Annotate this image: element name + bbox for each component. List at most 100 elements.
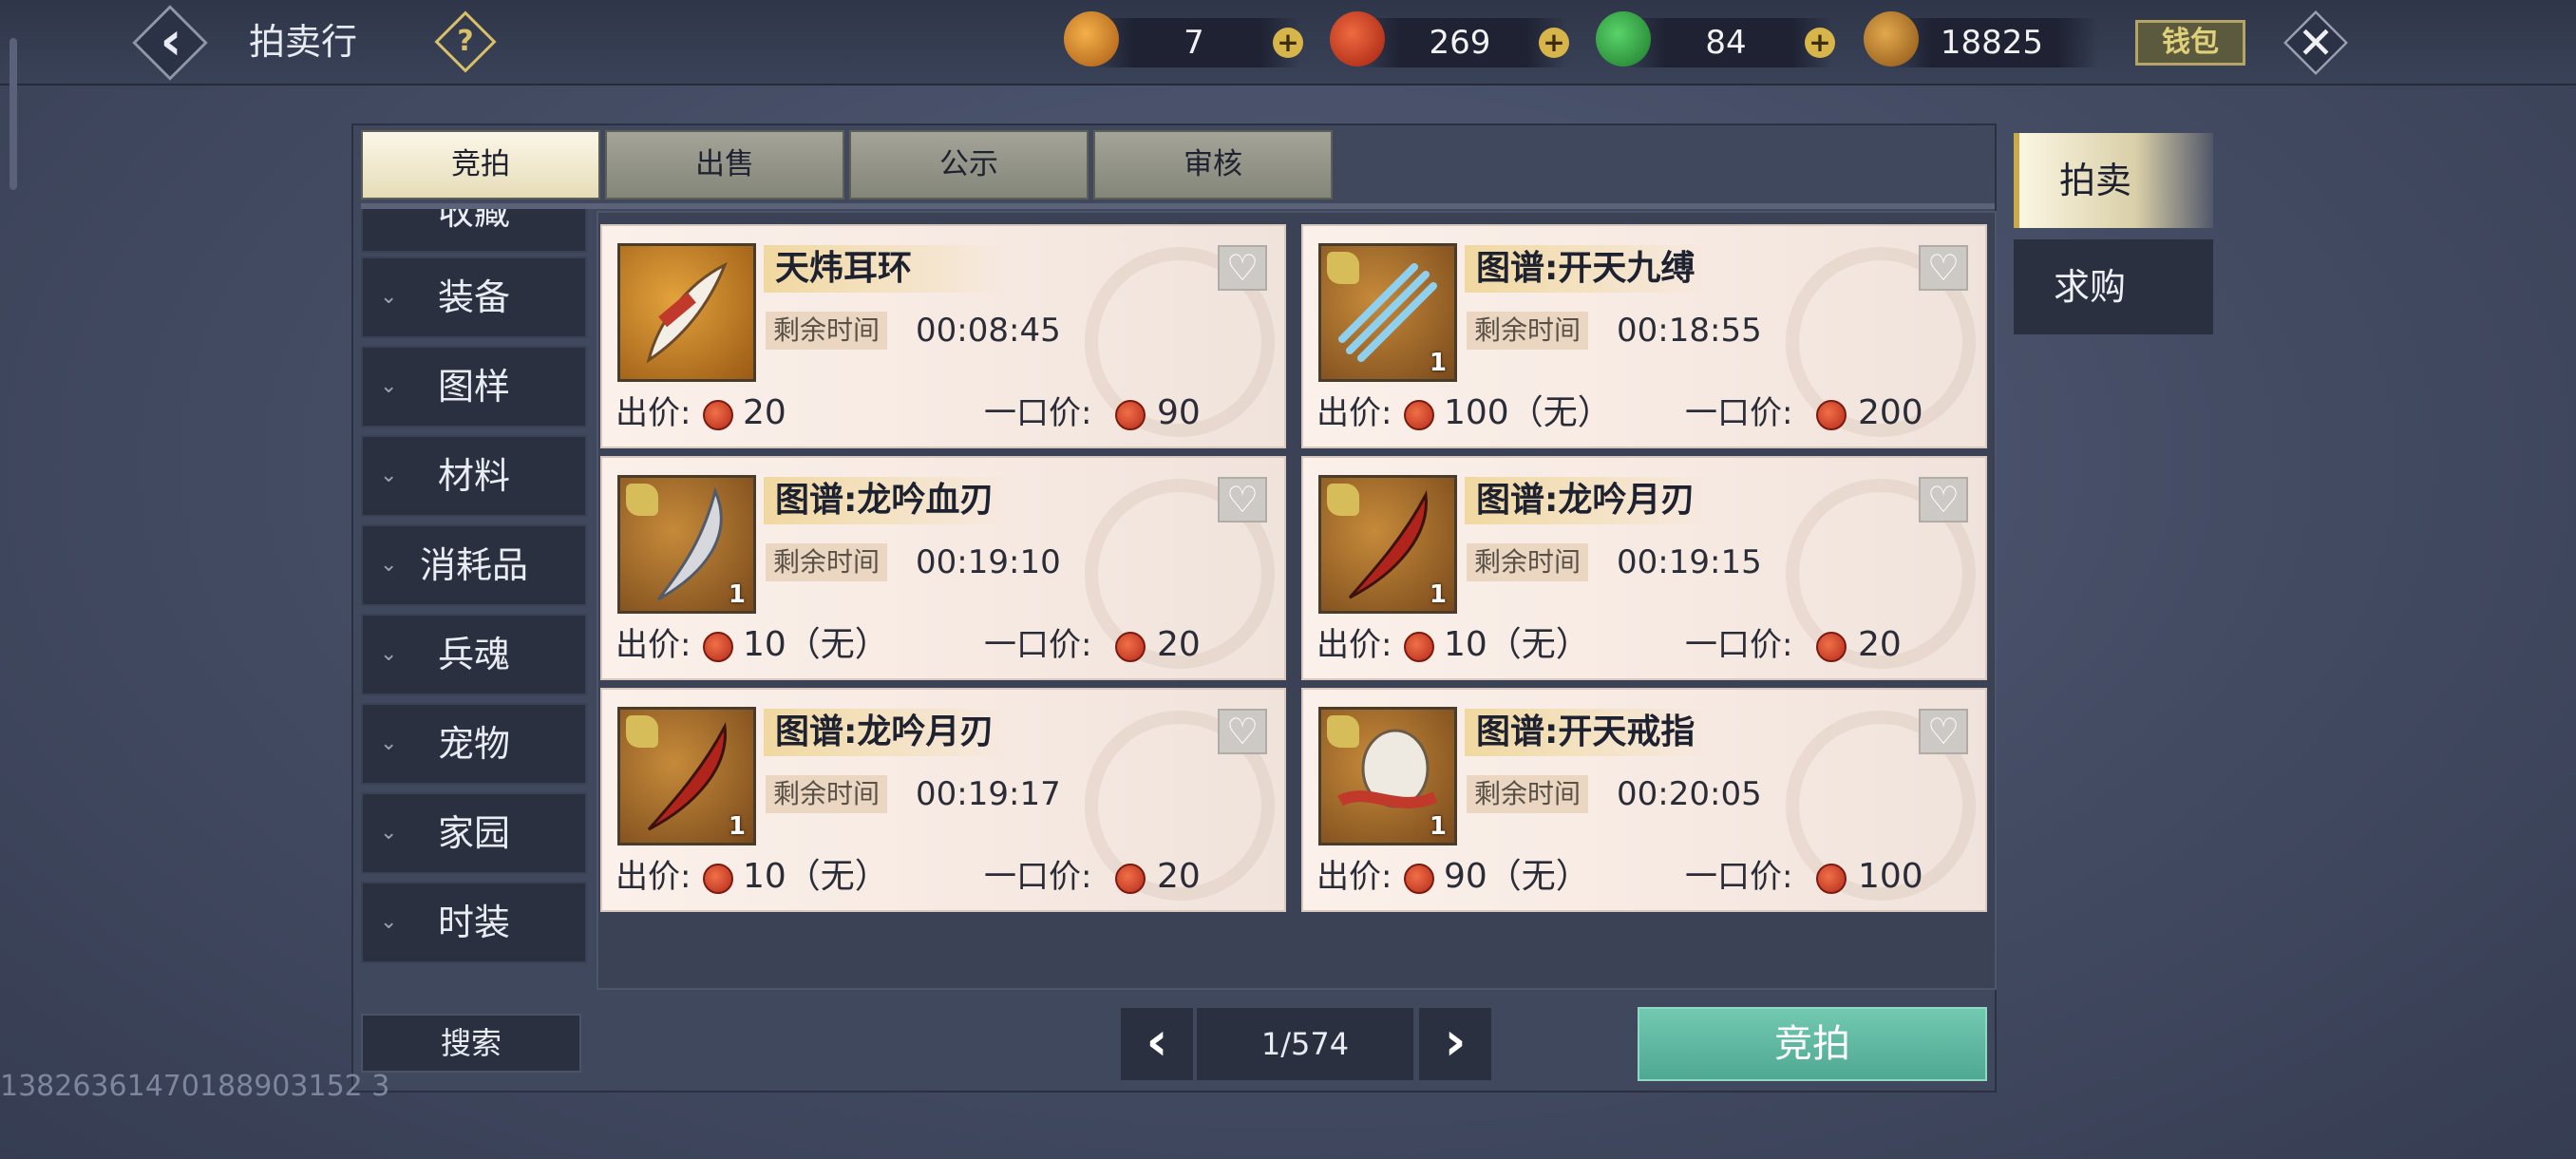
red-coin-icon — [1404, 632, 1434, 662]
blueprint-badge-icon — [1327, 484, 1359, 516]
item-thumbnail[interactable]: 1 — [1318, 707, 1457, 846]
bid-label: 出价: — [1316, 626, 1392, 664]
item-name: 图谱:龙吟月刃 — [1465, 477, 1712, 524]
category-materials[interactable]: ⌄ 材料 — [361, 435, 587, 517]
wallet-button[interactable]: 钱包 — [2135, 20, 2245, 66]
red-coin-icon — [1330, 11, 1385, 66]
tab-divider — [361, 203, 1995, 209]
remain-time-label: 剩余时间 — [1467, 312, 1589, 350]
add-currency-3-icon[interactable]: + — [1805, 28, 1835, 58]
category-equipment[interactable]: ⌄ 装备 — [361, 256, 587, 338]
item-card[interactable]: 1 图谱:开天九缚 剩余时间 00:18:55 出价: 100（无） 一口价: … — [1301, 224, 1987, 448]
category-label: 宠物 — [437, 723, 510, 765]
item-card[interactable]: 1 图谱:龙吟月刃 剩余时间 00:19:17 出价: 10（无） 一口价: 2… — [600, 688, 1286, 912]
category-home[interactable]: ⌄ 家园 — [361, 792, 587, 874]
remain-time-label: 剩余时间 — [766, 543, 888, 581]
add-currency-2-icon[interactable]: + — [1539, 28, 1569, 58]
favorite-heart-icon[interactable]: ♡ — [1919, 709, 1968, 754]
chevron-down-icon: ⌄ — [380, 464, 398, 487]
category-favorites[interactable]: 收藏 — [361, 209, 587, 253]
remain-time-value: 00:19:10 — [916, 543, 1061, 581]
side-tab-auction[interactable]: 拍卖 — [2014, 133, 2213, 228]
bid-button[interactable]: 竞拍 — [1638, 1007, 1987, 1081]
prev-page-icon[interactable]: ‹ — [1121, 1008, 1193, 1080]
item-name: 图谱:龙吟血刃 — [764, 477, 1011, 524]
item-name: 图谱:龙吟月刃 — [764, 709, 1011, 756]
remain-time-value: 00:08:45 — [916, 312, 1061, 350]
page-indicator: 1/574 — [1197, 1008, 1413, 1080]
bid-value: 10（无） — [743, 625, 889, 664]
item-card[interactable]: 1 图谱:龙吟月刃 剩余时间 00:19:15 出价: 10（无） 一口价: 2… — [1301, 456, 1987, 680]
bid-value: 90（无） — [1444, 857, 1590, 896]
category-fashion[interactable]: ⌄ 时装 — [361, 882, 587, 963]
item-quantity: 1 — [728, 580, 746, 609]
item-quantity: 1 — [1429, 349, 1447, 377]
category-pets[interactable]: ⌄ 宠物 — [361, 703, 587, 785]
category-consumables[interactable]: ⌄ 消耗品 — [361, 524, 587, 606]
red-coin-icon — [1115, 400, 1146, 430]
category-label: 材料 — [437, 455, 510, 497]
item-thumbnail[interactable] — [617, 243, 756, 382]
back-arrow-icon[interactable]: ‹ — [142, 10, 199, 74]
watermark-id: 13826361470188903152 3 — [0, 1070, 390, 1103]
bid-label: 出价: — [616, 626, 691, 664]
favorite-heart-icon[interactable]: ♡ — [1218, 245, 1267, 291]
item-card[interactable]: 1 图谱:开天戒指 剩余时间 00:20:05 出价: 90（无） 一口价: 1… — [1301, 688, 1987, 912]
item-thumbnail[interactable]: 1 — [1318, 475, 1457, 614]
red-coin-icon — [1115, 632, 1146, 662]
item-thumbnail[interactable]: 1 — [1318, 243, 1457, 382]
favorite-heart-icon[interactable]: ♡ — [1218, 709, 1267, 754]
next-page-icon[interactable]: › — [1419, 1008, 1491, 1080]
search-button[interactable]: 搜索 — [361, 1014, 581, 1073]
favorite-heart-icon[interactable]: ♡ — [1919, 477, 1968, 522]
item-quantity: 1 — [1429, 812, 1447, 841]
remain-time-label: 剩余时间 — [1467, 543, 1589, 581]
category-weapon-souls[interactable]: ⌄ 兵魂 — [361, 614, 587, 695]
blueprint-badge-icon — [1327, 715, 1359, 748]
buyout-label: 一口价: — [984, 626, 1092, 664]
bid-value: 100（无） — [1444, 393, 1612, 432]
tab-auction[interactable]: 竞拍 — [361, 130, 600, 200]
buyout-label: 一口价: — [1685, 858, 1793, 896]
bid-label: 出价: — [1316, 858, 1392, 896]
remain-time-value: 00:20:05 — [1617, 775, 1762, 813]
side-tab-request[interactable]: 求购 — [2014, 239, 2213, 334]
tab-public[interactable]: 公示 — [849, 130, 1089, 200]
earring-icon — [646, 261, 728, 364]
red-coin-icon — [1115, 864, 1146, 894]
bid-value: 10（无） — [1444, 625, 1590, 664]
chevron-down-icon: ⌄ — [380, 553, 398, 577]
item-card[interactable]: 天炜耳环 剩余时间 00:08:45 出价: 20 一口价: 90 ♡ — [600, 224, 1286, 448]
red-coin-icon — [1816, 864, 1847, 894]
item-thumbnail[interactable]: 1 — [617, 475, 756, 614]
tab-sell[interactable]: 出售 — [605, 130, 844, 200]
category-label: 收藏 — [437, 209, 510, 233]
category-list[interactable]: 收藏 ⌄ 装备 ⌄ 图样 ⌄ 材料 ⌄ 消耗品 ⌄ 兵魂 ⌄ 宠物 ⌄ 家园 ⌄ 时装 — [361, 209, 589, 988]
remain-time-value: 00:19:17 — [916, 775, 1061, 813]
item-thumbnail[interactable]: 1 — [617, 707, 756, 846]
remain-time-label: 剩余时间 — [766, 312, 888, 350]
page-title: 拍卖行 — [249, 21, 358, 63]
red-coin-icon — [1404, 400, 1434, 430]
item-quantity: 1 — [728, 812, 746, 841]
currency-value-4: 18825 — [1940, 24, 2044, 62]
buyout-value: 90 — [1157, 393, 1201, 432]
item-grid: 天炜耳环 剩余时间 00:08:45 出价: 20 一口价: 90 ♡ 1 图谱… — [597, 211, 1997, 990]
remain-time-label: 剩余时间 — [766, 775, 888, 813]
close-icon[interactable]: ✕ — [2287, 14, 2344, 71]
jade-coin-icon — [1596, 11, 1651, 66]
category-patterns[interactable]: ⌄ 图样 — [361, 346, 587, 428]
buyout-value: 20 — [1157, 625, 1201, 664]
favorite-heart-icon[interactable]: ♡ — [1919, 245, 1968, 291]
category-label: 装备 — [437, 276, 510, 318]
blueprint-badge-icon — [626, 484, 658, 516]
red-coin-icon — [1816, 632, 1847, 662]
gold-ingot-icon — [1064, 11, 1119, 66]
bid-label: 出价: — [616, 394, 691, 432]
item-card[interactable]: 1 图谱:龙吟血刃 剩余时间 00:19:10 出价: 10（无） 一口价: 2… — [600, 456, 1286, 680]
red-coin-icon — [703, 632, 733, 662]
favorite-heart-icon[interactable]: ♡ — [1218, 477, 1267, 522]
add-currency-1-icon[interactable]: + — [1273, 28, 1303, 58]
tab-review[interactable]: 审核 — [1093, 130, 1333, 200]
question-icon[interactable]: ? — [444, 20, 487, 64]
